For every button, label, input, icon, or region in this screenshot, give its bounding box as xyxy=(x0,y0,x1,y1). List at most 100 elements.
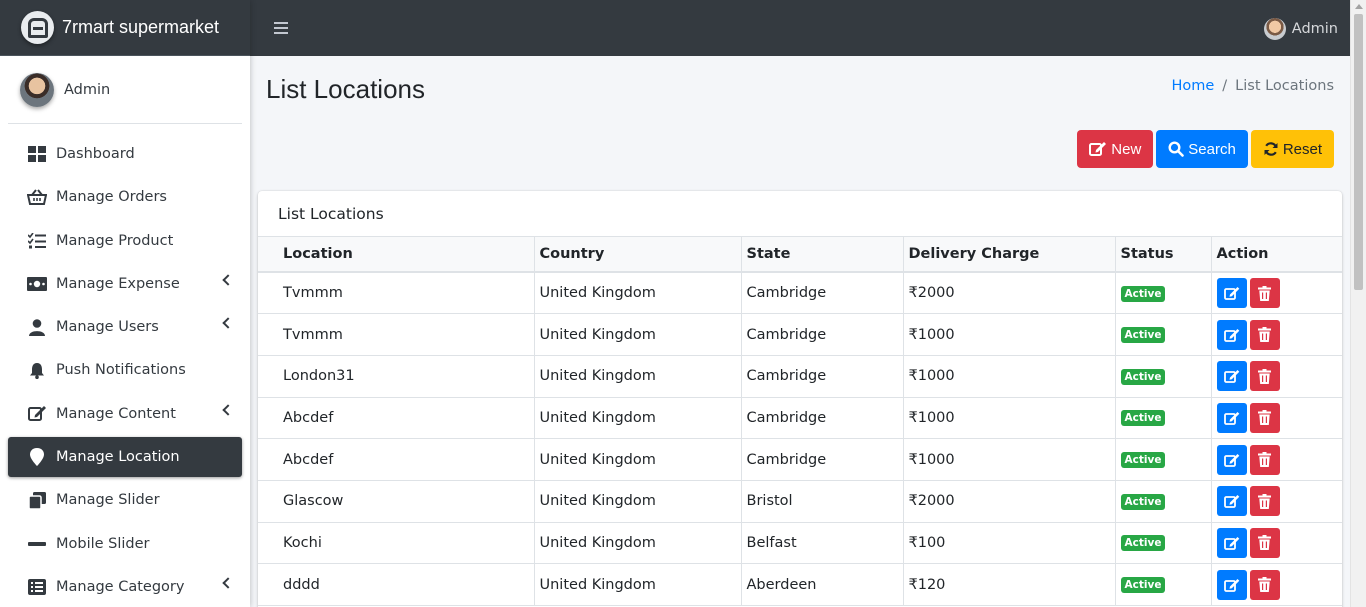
column-header-country: Country xyxy=(534,237,742,273)
edit-icon xyxy=(1223,453,1240,467)
sidebar-nav: Dashboard Manage Orders Manage Product Mana… xyxy=(0,134,250,607)
bell-icon xyxy=(26,361,48,379)
cell-status: Active xyxy=(1115,480,1212,523)
edit-button[interactable] xyxy=(1216,486,1247,517)
cell-state: Cambridge xyxy=(741,397,904,440)
delete-button[interactable] xyxy=(1249,361,1280,392)
status-badge[interactable]: Active xyxy=(1120,368,1166,385)
edit-button[interactable] xyxy=(1216,402,1247,433)
edit-icon xyxy=(1223,286,1240,300)
delete-button[interactable] xyxy=(1249,402,1280,433)
menu-toggle-icon[interactable] xyxy=(274,22,288,34)
main-sidebar: 7rmart supermarket Admin Dashboard Manage… xyxy=(0,0,250,607)
edit-button[interactable] xyxy=(1216,319,1247,350)
cell-location: Tvmmm xyxy=(258,313,535,356)
sidebar-item-manage-expense[interactable]: Manage Expense xyxy=(8,264,242,304)
edit-icon xyxy=(1089,142,1107,156)
list-alt-icon xyxy=(26,578,48,596)
chevron-left-icon xyxy=(222,577,234,589)
top-user-menu[interactable]: Admin xyxy=(1263,18,1338,40)
sidebar-item-manage-content[interactable]: Manage Content xyxy=(8,394,242,434)
sync-icon xyxy=(1264,142,1278,156)
cell-location: London31 xyxy=(258,355,535,398)
brand-link[interactable]: 7rmart supermarket xyxy=(0,0,250,56)
cell-country: United Kingdom xyxy=(534,522,742,565)
cell-country: United Kingdom xyxy=(534,438,742,481)
sidebar-item-label: Manage Content xyxy=(56,405,176,422)
cell-charge: ₹1000 xyxy=(903,438,1116,481)
sidebar-item-push-notifications[interactable]: Push Notifications xyxy=(8,350,242,390)
edit-button[interactable] xyxy=(1216,444,1247,475)
edit-button[interactable] xyxy=(1216,527,1247,558)
page-scrollbar[interactable] xyxy=(1350,0,1366,607)
clone-icon xyxy=(26,491,48,509)
sidebar-item-manage-orders[interactable]: Manage Orders xyxy=(8,177,242,217)
edit-button[interactable] xyxy=(1216,361,1247,392)
minus-icon xyxy=(26,535,48,553)
delete-button[interactable] xyxy=(1249,486,1280,517)
cell-location: Kochi xyxy=(258,522,535,565)
trash-icon xyxy=(1258,368,1271,384)
table-row: Kochi United Kingdom Belfast ₹100 Active xyxy=(258,522,1342,565)
cell-country: United Kingdom xyxy=(534,563,742,606)
status-badge[interactable]: Active xyxy=(1120,285,1166,302)
sidebar-item-mobile-slider[interactable]: Mobile Slider xyxy=(8,524,242,564)
search-button[interactable]: Search xyxy=(1156,130,1248,168)
cell-charge: ₹2000 xyxy=(903,480,1116,523)
search-icon xyxy=(1168,141,1185,157)
chevron-left-icon xyxy=(222,317,234,329)
sidebar-item-manage-slider[interactable]: Manage Slider xyxy=(8,480,242,520)
edit-icon xyxy=(1223,328,1240,342)
sidebar-item-manage-users[interactable]: Manage Users xyxy=(8,307,242,347)
locations-table: Location Country State Delivery Charge Statu… xyxy=(258,237,1342,606)
chevron-left-icon xyxy=(222,274,234,286)
status-badge[interactable]: Active xyxy=(1120,327,1166,344)
table-row: Glascow United Kingdom Bristol ₹2000 Active xyxy=(258,480,1342,523)
sidebar-item-label: Manage Users xyxy=(56,319,159,336)
delete-button[interactable] xyxy=(1249,527,1280,558)
cell-charge: ₹2000 xyxy=(903,272,1116,315)
sidebar-item-label: Mobile Slider xyxy=(56,535,150,552)
scroll-up-icon[interactable] xyxy=(1355,4,1363,9)
sidebar-item-manage-product[interactable]: Manage Product xyxy=(8,221,242,261)
cell-action xyxy=(1211,272,1342,315)
new-button[interactable]: New xyxy=(1077,130,1154,168)
locations-card: List Locations Location Country State Deliv… xyxy=(258,191,1342,607)
tasks-icon xyxy=(26,232,48,250)
delete-button[interactable] xyxy=(1249,278,1280,309)
breadcrumb-home-link[interactable]: Home xyxy=(1171,78,1214,94)
cell-status: Active xyxy=(1115,272,1212,315)
cell-state: Cambridge xyxy=(741,272,904,315)
status-badge[interactable]: Active xyxy=(1120,535,1166,552)
table-row: Abcdef United Kingdom Cambridge ₹1000 Active xyxy=(258,397,1342,440)
edit-button[interactable] xyxy=(1216,569,1247,600)
status-badge[interactable]: Active xyxy=(1120,493,1166,510)
column-header-status: Status xyxy=(1115,237,1212,273)
sidebar-item-manage-location[interactable]: Manage Location xyxy=(8,437,242,478)
cell-action xyxy=(1211,522,1342,565)
reset-button[interactable]: Reset xyxy=(1250,130,1334,168)
edit-button[interactable] xyxy=(1216,278,1247,309)
cell-charge: ₹100 xyxy=(903,522,1116,565)
cell-status: Active xyxy=(1115,438,1212,481)
sidebar-item-dashboard[interactable]: Dashboard xyxy=(8,134,242,174)
status-badge[interactable]: Active xyxy=(1120,410,1166,427)
status-badge[interactable]: Active xyxy=(1120,577,1166,594)
delete-button[interactable] xyxy=(1249,319,1280,350)
table-header-row: Location Country State Delivery Charge Statu… xyxy=(258,237,1342,273)
sidebar-item-label: Manage Orders xyxy=(56,189,167,206)
status-badge[interactable]: Active xyxy=(1120,452,1166,469)
avatar xyxy=(20,72,54,107)
cell-state: Aberdeen xyxy=(741,563,904,606)
cell-action xyxy=(1211,480,1342,523)
sidebar-item-manage-category[interactable]: Manage Category xyxy=(8,567,242,607)
delete-button[interactable] xyxy=(1249,444,1280,475)
scroll-thumb[interactable] xyxy=(1354,14,1363,290)
chevron-left-icon xyxy=(222,404,234,416)
trash-icon xyxy=(1258,535,1271,551)
delete-button[interactable] xyxy=(1249,569,1280,600)
user-panel[interactable]: Admin xyxy=(8,56,242,124)
cell-country: United Kingdom xyxy=(534,397,742,440)
trash-icon xyxy=(1258,452,1271,468)
table-row: Abcdef United Kingdom Cambridge ₹1000 Active xyxy=(258,438,1342,481)
